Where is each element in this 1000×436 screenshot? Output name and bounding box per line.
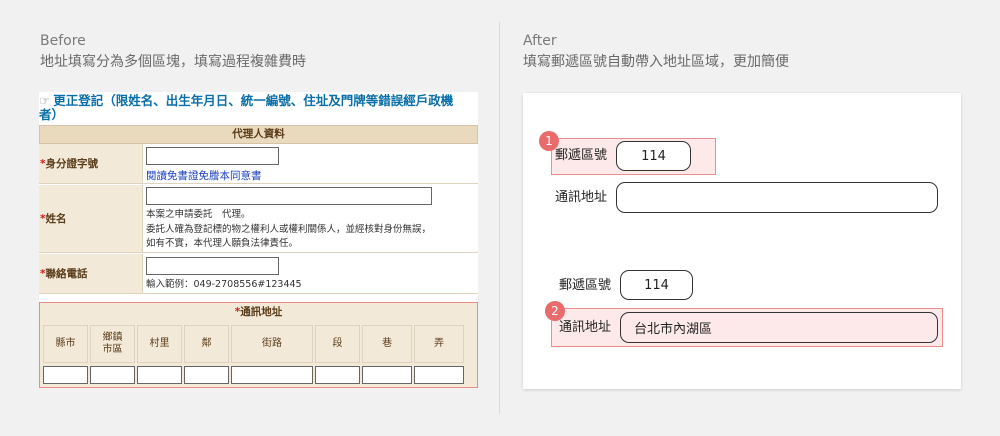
- legacy-address-input[interactable]: [315, 366, 360, 384]
- legacy-address-col: 鄉鎮 市區: [90, 325, 135, 363]
- legacy-name-label: * 姓名: [39, 185, 143, 252]
- step1-address-input[interactable]: [616, 182, 938, 213]
- legacy-address-columns: 縣市 鄉鎮 市區 村里 鄰 街路 段 巷 弄: [43, 325, 474, 363]
- legacy-id-label: * 身分證字號: [39, 144, 143, 183]
- legacy-title-line1: 更正登記（限姓名、出生年月日、統一編號、住址及門牌等錯誤經戶政機: [53, 94, 454, 108]
- step1-postal-input[interactable]: 114: [616, 141, 691, 171]
- legacy-address-input[interactable]: [414, 366, 464, 384]
- legacy-address-col: 段: [315, 325, 360, 363]
- legacy-row-phone: * 聯絡電話 輸入範例：049-2708556#123445: [39, 254, 478, 294]
- legacy-phone-label: * 聯絡電話: [39, 254, 143, 293]
- legacy-row-id: * 身分證字號 閱讀免書證免謄本同意書: [39, 144, 478, 184]
- legacy-address-col: 鄰: [184, 325, 229, 363]
- legacy-address-block: *通訊地址 縣市 鄉鎮 市區 村里 鄰 街路 段 巷 弄: [39, 302, 478, 388]
- after-heading: After: [523, 33, 557, 49]
- legacy-name-note3: 如有不實，本代理人願負法律責任。: [146, 238, 299, 249]
- legacy-address-col: 縣市: [43, 325, 88, 363]
- legacy-address-input[interactable]: [90, 366, 135, 384]
- before-subheading: 地址填寫分為多個區塊，填寫過程複雜費時: [40, 54, 306, 70]
- legacy-address-header: *通訊地址: [40, 303, 477, 323]
- legacy-name-note2: 委託人確為登記標的物之權利人或權利關係人，並經核對身份無誤，: [146, 224, 432, 235]
- legacy-address-input[interactable]: [362, 366, 412, 384]
- step2-badge: 2: [545, 301, 565, 321]
- after-new-form: 1 郵遞區號 114 通訊地址 郵遞區號 114 2 通訊地址 台北市內湖區: [523, 93, 961, 389]
- legacy-section-header: 代理人資料: [39, 125, 478, 144]
- legacy-name-input[interactable]: [146, 187, 432, 205]
- before-heading-block: Before 地址填寫分為多個區塊，填寫過程複雜費時: [40, 32, 306, 72]
- legacy-name-note: 本案之申請委託 代理。: [146, 209, 251, 220]
- legacy-address-input[interactable]: [137, 366, 182, 384]
- panel-divider: [499, 22, 500, 414]
- after-heading-block: After 填寫郵遞區號自動帶入地址區域，更加簡便: [523, 32, 789, 72]
- step2-postal-input[interactable]: 114: [620, 270, 693, 300]
- step2-postal-label: 郵遞區號: [559, 278, 612, 293]
- legacy-address-inputs: [43, 366, 474, 384]
- legacy-address-input[interactable]: [43, 366, 88, 384]
- pointing-hand-icon: ☞: [39, 94, 51, 108]
- step2-address-label: 通訊地址: [559, 320, 612, 335]
- step1-postal-label: 郵遞區號: [555, 148, 608, 163]
- legacy-address-input[interactable]: [184, 366, 229, 384]
- legacy-form-title: ☞ 更正登記（限姓名、出生年月日、統一編號、住址及門牌等錯誤經戶政機 者）: [39, 94, 478, 124]
- legacy-phone-example: 輸入範例：049-2708556#123445: [146, 279, 302, 290]
- legacy-address-col: 弄: [414, 325, 464, 363]
- step1-address-label: 通訊地址: [555, 190, 608, 205]
- legacy-title-line2: 者）: [39, 107, 65, 122]
- before-heading: Before: [40, 33, 86, 49]
- legacy-address-col: 巷: [362, 325, 412, 363]
- legacy-address-input[interactable]: [231, 366, 313, 384]
- before-legacy-form: ☞ 更正登記（限姓名、出生年月日、統一編號、住址及門牌等錯誤經戶政機 者） 代理人…: [39, 92, 478, 388]
- step2-address-input[interactable]: 台北市內湖區: [620, 312, 938, 343]
- legacy-consent-link[interactable]: 閱讀免書證免謄本同意書: [146, 168, 262, 183]
- legacy-address-col: 村里: [137, 325, 182, 363]
- legacy-phone-input[interactable]: [146, 257, 279, 275]
- legacy-address-col: 街路: [231, 325, 313, 363]
- legacy-row-name: * 姓名 本案之申請委託 代理。 委託人確為登記標的物之權利人或權利關係人，並經核…: [39, 185, 478, 253]
- after-subheading: 填寫郵遞區號自動帶入地址區域，更加簡便: [523, 54, 789, 70]
- legacy-id-input[interactable]: [146, 147, 279, 165]
